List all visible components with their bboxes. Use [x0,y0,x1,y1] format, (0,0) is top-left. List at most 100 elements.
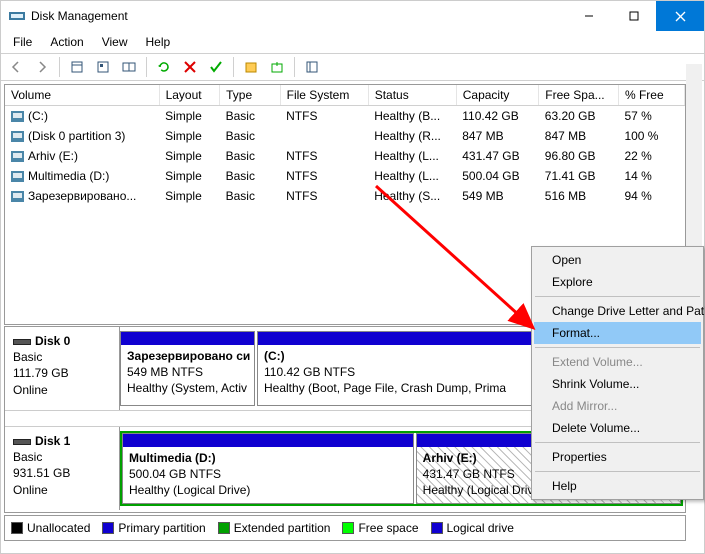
context-explore[interactable]: Explore [534,271,701,293]
partition-title: Arhiv (E:) [423,451,477,465]
table-row[interactable]: Зарезервировано... Simple Basic NTFS Hea… [5,186,685,206]
disk-state: Online [13,382,111,398]
partition-line: Healthy (Logical Drive) [423,483,544,497]
check-button[interactable] [205,56,227,78]
context-help[interactable]: Help [534,475,701,497]
context-format[interactable]: Format... [534,322,701,344]
menu-view[interactable]: View [94,33,136,51]
cell: NTFS [280,146,368,166]
disk-type: Basic [13,349,111,365]
partition-title: Multimedia (D:) [129,451,216,465]
col-layout[interactable]: Layout [159,85,220,106]
cell: Simple [159,126,220,146]
minimize-button[interactable] [566,1,611,31]
volume-icon [11,151,24,162]
disk-name: Disk 0 [35,334,70,348]
cell: Simple [159,166,220,186]
cell: Simple [159,106,220,127]
legend-label: Extended partition [234,521,331,535]
partition-title: Зарезервировано си [127,349,250,363]
delete-button[interactable] [179,56,201,78]
maximize-button[interactable] [611,1,656,31]
col-free[interactable]: Free Spa... [539,85,619,106]
cell: Basic [220,126,281,146]
cell: NTFS [280,106,368,127]
close-button[interactable] [656,1,704,31]
legend-label: Logical drive [447,521,514,535]
cell: Healthy (R... [368,126,456,146]
window-title: Disk Management [31,9,566,23]
toolbar-button[interactable] [240,56,262,78]
disk-header[interactable]: Disk 1 Basic 931.51 GB Online [5,427,120,510]
disk-icon [13,339,31,345]
refresh-button[interactable] [153,56,175,78]
cell: Basic [220,166,281,186]
cell: Зарезервировано... [28,189,136,203]
cell: 63.20 GB [539,106,619,127]
toolbar-button[interactable] [266,56,288,78]
partition-line: 110.42 GB NTFS [264,365,355,379]
context-shrink-volume[interactable]: Shrink Volume... [534,373,701,395]
cell: NTFS [280,186,368,206]
cell: (Disk 0 partition 3) [28,129,125,143]
toolbar-button[interactable] [92,56,114,78]
menu-help[interactable]: Help [138,33,179,51]
legend-label: Unallocated [27,521,90,535]
separator [535,471,700,472]
menu-action[interactable]: Action [42,33,91,51]
toolbar-button[interactable] [301,56,323,78]
col-status[interactable]: Status [368,85,456,106]
forward-button[interactable] [31,56,53,78]
context-open[interactable]: Open [534,249,701,271]
col-fs[interactable]: File System [280,85,368,106]
volume-icon [11,131,24,142]
disk-state: Online [13,482,111,498]
table-row[interactable]: (Disk 0 partition 3) Simple Basic Health… [5,126,685,146]
disk-name: Disk 1 [35,434,70,448]
disk-icon [13,439,31,445]
partition-line: Healthy (Boot, Page File, Crash Dump, Pr… [264,381,506,395]
legend-label: Primary partition [118,521,205,535]
disk-type: Basic [13,449,111,465]
context-delete-volume[interactable]: Delete Volume... [534,417,701,439]
context-add-mirror[interactable]: Add Mirror... [534,395,701,417]
cell [280,126,368,146]
col-pct[interactable]: % Free [618,85,684,106]
cell: Simple [159,146,220,166]
cell: Healthy (S... [368,186,456,206]
volume-icon [11,191,24,202]
toolbar-button[interactable] [118,56,140,78]
table-row[interactable]: Multimedia (D:) Simple Basic NTFS Health… [5,166,685,186]
table-row[interactable]: Arhiv (E:) Simple Basic NTFS Healthy (L.… [5,146,685,166]
cell: 22 % [618,146,684,166]
context-properties[interactable]: Properties [534,446,701,468]
context-change-drive-letter[interactable]: Change Drive Letter and Paths... [534,300,701,322]
cell: (C:) [28,109,48,123]
cell: 96.80 GB [539,146,619,166]
partition[interactable]: Зарезервировано си 549 MB NTFS Healthy (… [120,331,255,406]
separator [535,442,700,443]
col-volume[interactable]: Volume [5,85,159,106]
cell: 847 MB [539,126,619,146]
cell: Healthy (L... [368,166,456,186]
back-button[interactable] [5,56,27,78]
cell: Basic [220,106,281,127]
col-type[interactable]: Type [220,85,281,106]
table-header: Volume Layout Type File System Status Ca… [5,85,685,106]
partition-bar [121,332,254,345]
menu-file[interactable]: File [5,33,40,51]
toolbar-button[interactable] [66,56,88,78]
cell: 516 MB [539,186,619,206]
app-icon [9,8,25,24]
table-row[interactable]: (C:) Simple Basic NTFS Healthy (B... 110… [5,106,685,127]
disk-header[interactable]: Disk 0 Basic 111.79 GB Online [5,327,120,410]
cell: 71.41 GB [539,166,619,186]
partition-line: 549 MB NTFS [127,365,203,379]
cell: 500.04 GB [456,166,539,186]
cell: Multimedia (D:) [28,169,109,183]
partition[interactable]: Multimedia (D:) 500.04 GB NTFS Healthy (… [122,433,414,504]
legend-label: Free space [358,521,418,535]
context-extend-volume[interactable]: Extend Volume... [534,351,701,373]
col-capacity[interactable]: Capacity [456,85,539,106]
cell: Simple [159,186,220,206]
